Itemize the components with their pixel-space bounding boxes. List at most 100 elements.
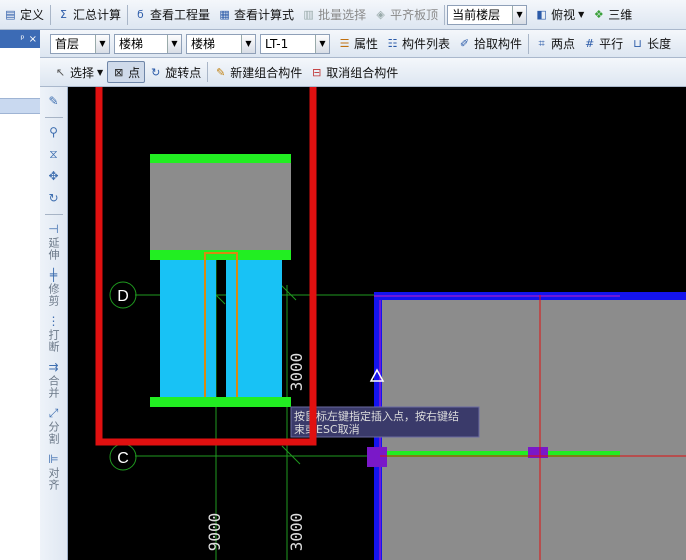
hint-tooltip-line2: 束或ESC取消 bbox=[294, 422, 360, 436]
copy-tool[interactable]: ⚲ bbox=[43, 124, 65, 140]
batch-select-button[interactable]: ▥ 批量选择 bbox=[298, 4, 370, 26]
stair-landing-edge bbox=[150, 250, 291, 260]
move-icon: ✥ bbox=[48, 168, 59, 183]
category-select[interactable]: 楼梯 ▼ bbox=[114, 33, 182, 54]
component-select[interactable]: LT-1 ▼ bbox=[260, 33, 330, 54]
toolbar-divider bbox=[207, 62, 209, 82]
type-select[interactable]: 楼梯 ▼ bbox=[186, 33, 256, 54]
toolbar-divider bbox=[44, 214, 63, 215]
toolbar-divider bbox=[127, 4, 129, 25]
merge-tool[interactable]: ⇉ 合并 bbox=[43, 359, 65, 399]
axis-label-d: D bbox=[117, 288, 129, 305]
chevron-down-icon: ▼ bbox=[512, 5, 527, 24]
parallel-button[interactable]: # 平行 bbox=[579, 33, 627, 55]
formula-icon: ▦ bbox=[219, 8, 230, 21]
brush-icon: ✎ bbox=[48, 93, 59, 108]
cancel-group-icon: ⊟ bbox=[312, 65, 322, 79]
modify-toolbar: ✎ ⚲ ⧖ ✥ ↻ ⊣ 延伸 ╪ 修剪 ⋮ 打断 ⇉ 合并 ⤢ 分割 ⊫ 对齐 bbox=[40, 87, 68, 560]
two-point-button[interactable]: ⌗ 两点 bbox=[531, 33, 579, 55]
chevron-down-icon: ▼ bbox=[578, 10, 585, 19]
length-button[interactable]: ⊔ 长度 bbox=[627, 33, 675, 55]
tick-mark bbox=[279, 283, 297, 301]
mirror-icon: ⧖ bbox=[49, 146, 58, 161]
stair-landing bbox=[150, 163, 291, 250]
drawing-canvas[interactable]: D C 3000 9000 3000 按鼠标左键指定插入点，按右键结 束或ESC… bbox=[68, 87, 686, 560]
trim-tool[interactable]: ╪ 修剪 bbox=[43, 267, 65, 307]
property-button[interactable]: ☰ 属性 bbox=[334, 33, 382, 55]
tick-mark bbox=[281, 445, 301, 465]
summary-calc-button[interactable]: Σ 汇总计算 bbox=[53, 4, 125, 26]
stair-well-edge bbox=[226, 260, 230, 398]
define-icon: ▤ bbox=[5, 8, 16, 21]
main-toolbar: ▤ 定义 Σ 汇总计算 ϭ 查看工程量 ▦ 查看计算式 ▥ 批量选择 ◈ 平齐板顶 当前楼层… bbox=[0, 0, 686, 30]
dimension-3000-a: 3000 bbox=[287, 353, 306, 392]
floor-select[interactable]: 首层 ▼ bbox=[50, 33, 110, 54]
quantity-icon: ϭ bbox=[137, 8, 144, 21]
view-formula-button[interactable]: ▦ 查看计算式 bbox=[214, 4, 298, 26]
trim-icon: ╪ bbox=[49, 267, 58, 282]
chevron-down-icon: ▼ bbox=[167, 34, 181, 53]
cancel-group-button[interactable]: ⊟ 取消组合构件 bbox=[306, 61, 402, 83]
new-group-button[interactable]: ✎ 新建组合构件 bbox=[210, 61, 306, 83]
toolbar-divider bbox=[50, 4, 52, 25]
hint-tooltip-line1: 按鼠标左键指定插入点，按右键结 bbox=[294, 409, 459, 423]
dimension-9000: 9000 bbox=[205, 513, 224, 552]
copy-icon: ⚲ bbox=[49, 124, 58, 139]
chevron-down-icon: ▼ bbox=[97, 67, 104, 77]
align-tool[interactable]: ⊫ 对齐 bbox=[43, 451, 65, 491]
extend-icon: ⊣ bbox=[48, 221, 59, 236]
view-quantity-button[interactable]: ϭ 查看工程量 bbox=[130, 4, 214, 26]
3d-view-icon: ❖ bbox=[593, 8, 604, 21]
new-group-icon: ✎ bbox=[216, 65, 226, 79]
two-point-icon: ⌗ bbox=[538, 36, 545, 50]
length-icon: ⊔ bbox=[633, 37, 642, 50]
rotate-point-icon: ↻ bbox=[151, 65, 161, 79]
point-button[interactable]: ⊠ 点 bbox=[107, 61, 146, 83]
point-icon: ⊠ bbox=[114, 65, 124, 79]
axis-label-c: C bbox=[117, 450, 129, 467]
toolbar-divider bbox=[44, 117, 63, 118]
3d-view-button[interactable]: ❖ 三维 bbox=[588, 4, 636, 26]
pick-component-button[interactable]: ✐ 拾取构件 bbox=[454, 33, 526, 55]
align-icon: ⊫ bbox=[48, 451, 59, 466]
rotate-icon: ↻ bbox=[48, 190, 59, 205]
select-dropdown[interactable]: ↖ 选择 ▼ bbox=[50, 61, 107, 83]
chevron-down-icon: ▼ bbox=[315, 34, 329, 53]
extend-tool[interactable]: ⊣ 延伸 bbox=[43, 221, 65, 261]
property-icon: ☰ bbox=[339, 37, 350, 50]
column-marker bbox=[367, 447, 387, 467]
view-mode-dropdown[interactable]: ◧ 俯视 ▼ bbox=[531, 4, 588, 26]
dimension-3000-b: 3000 bbox=[287, 513, 306, 552]
batch-select-icon: ▥ bbox=[303, 8, 314, 21]
toolbar-divider bbox=[528, 33, 530, 54]
cube-icon: ◧ bbox=[536, 8, 547, 21]
break-icon: ⋮ bbox=[47, 313, 60, 328]
rotate-point-button[interactable]: ↻ 旋转点 bbox=[145, 61, 205, 83]
split-tool[interactable]: ⤢ 分割 bbox=[43, 405, 65, 445]
chevron-down-icon: ▼ bbox=[241, 34, 255, 53]
draw-toolbar: ↖ 选择 ▼ ⊠ 点 ↻ 旋转点 ✎ 新建组合构件 ⊟ 取消组合构件 bbox=[0, 58, 686, 87]
split-icon: ⤢ bbox=[48, 405, 59, 420]
mirror-tool[interactable]: ⧖ bbox=[43, 146, 65, 162]
parallel-icon: # bbox=[584, 37, 595, 50]
stair-top-edge bbox=[150, 154, 291, 163]
cad-drawing[interactable]: D C 3000 9000 3000 按鼠标左键指定插入点，按右键结 束或ESC… bbox=[68, 87, 686, 560]
align-slab-icon: ◈ bbox=[376, 8, 385, 21]
define-button[interactable]: ▤ 定义 bbox=[0, 4, 48, 26]
move-tool[interactable]: ✥ bbox=[43, 168, 65, 184]
brush-tool[interactable]: ✎ bbox=[43, 93, 65, 109]
chevron-down-icon: ▼ bbox=[95, 34, 109, 53]
toolbar-divider bbox=[444, 4, 446, 25]
left-panel-selected-row[interactable] bbox=[0, 98, 40, 114]
list-icon: ☷ bbox=[387, 37, 398, 50]
rotate-tool[interactable]: ↻ bbox=[43, 190, 65, 206]
pin-icon[interactable]: ᵖ bbox=[20, 34, 24, 45]
stair-bottom-edge bbox=[150, 397, 291, 407]
align-slab-top-button[interactable]: ◈ 平齐板顶 bbox=[370, 4, 442, 26]
break-tool[interactable]: ⋮ 打断 bbox=[43, 313, 65, 353]
sigma-icon: Σ bbox=[60, 8, 67, 21]
floor-scope-select[interactable]: 当前楼层 ▼ bbox=[447, 4, 528, 25]
component-list-button[interactable]: ☷ 构件列表 bbox=[382, 33, 454, 55]
merge-icon: ⇉ bbox=[48, 359, 59, 374]
close-icon[interactable]: × bbox=[29, 34, 37, 45]
